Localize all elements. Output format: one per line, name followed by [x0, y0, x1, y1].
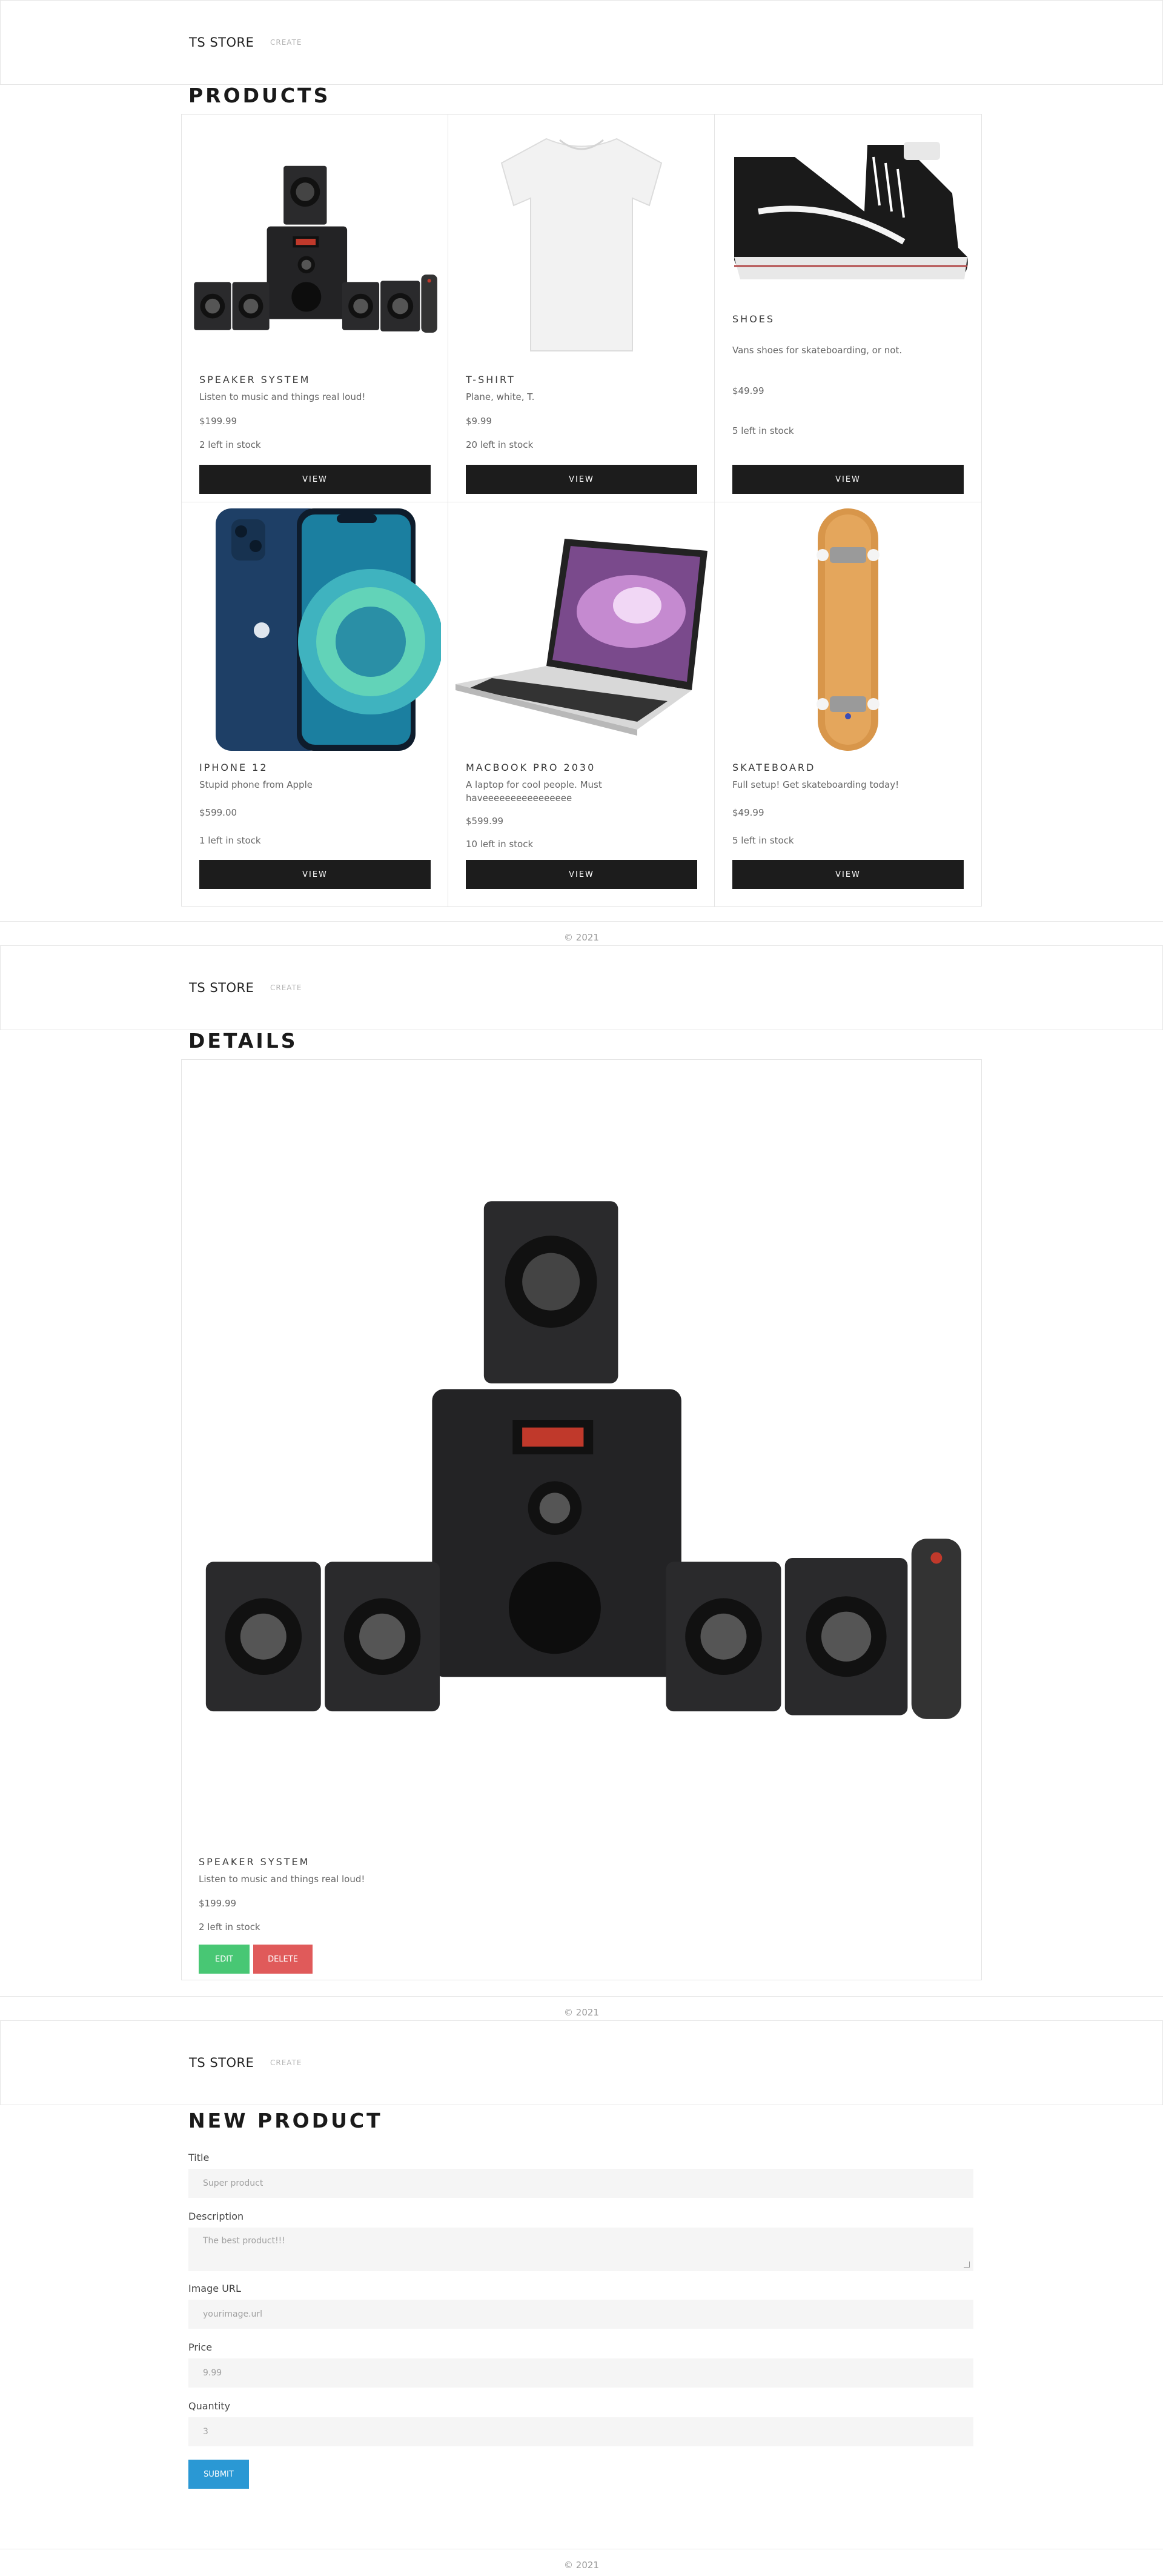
description-label: Description [188, 2211, 244, 2222]
product-title: SHOES [732, 313, 775, 325]
navbar: TS STORE CREATE [0, 2020, 1163, 2105]
product-description: Stupid phone from Apple [199, 779, 313, 790]
product-card: ● IPHONE 12 Stupid phone from Apple $599… [182, 502, 448, 907]
nav-create-link[interactable]: CREATE [270, 983, 302, 992]
product-stock: 20 left in stock [466, 439, 534, 450]
product-title: T-SHIRT [466, 374, 515, 385]
product-stock: 2 left in stock [199, 439, 261, 450]
product-price: $9.99 [466, 416, 492, 427]
nav-create-link[interactable]: CREATE [270, 2058, 302, 2067]
product-stock: 5 left in stock [732, 835, 794, 846]
view-button[interactable]: VIEW [199, 860, 431, 889]
price-input[interactable] [188, 2358, 973, 2388]
edit-button[interactable]: EDIT [199, 1945, 250, 1974]
view-button[interactable]: VIEW [732, 860, 964, 889]
title-label: Title [188, 2152, 210, 2163]
resize-handle-icon[interactable] [964, 2261, 970, 2268]
product-title: SPEAKER SYSTEM [199, 374, 311, 385]
product-grid: SPEAKER SYSTEM Listen to music and thing… [181, 114, 982, 907]
product-price: $49.99 [732, 385, 764, 396]
nav-brand[interactable]: TS STORE [189, 35, 254, 50]
view-button[interactable]: VIEW [466, 465, 697, 494]
product-description: Listen to music and things real loud! [199, 1874, 365, 1885]
view-button[interactable]: VIEW [732, 465, 964, 494]
shoes-image [722, 121, 974, 302]
submit-button[interactable]: SUBMIT [188, 2460, 249, 2489]
product-description: Listen to music and things real loud! [199, 391, 366, 402]
skateboard-image [722, 508, 974, 751]
image-url-input[interactable] [188, 2300, 973, 2329]
price-label: Price [188, 2341, 213, 2353]
page-title: NEW PRODUCT [188, 2109, 383, 2132]
product-card: MACBOOK PRO 2030 A laptop for cool peopl… [448, 502, 715, 907]
products-page: TS STORE CREATE PRODUCTS SPEAKER SYSTEM … [0, 0, 1163, 945]
product-price: $599.00 [199, 807, 237, 818]
navbar: TS STORE CREATE [0, 0, 1163, 85]
title-input[interactable] [188, 2169, 973, 2198]
product-description: Vans shoes for skateboarding, or not. [732, 345, 903, 356]
page-title: PRODUCTS [188, 84, 331, 107]
product-description: A laptop for cool people. Must haveeeeee… [466, 779, 602, 804]
product-title: SKATEBOARD [732, 762, 816, 773]
macbook-image [456, 508, 707, 751]
footer-divider [0, 921, 1163, 922]
new-product-page: TS STORE CREATE NEW PRODUCT Title Descri… [0, 2020, 1163, 2576]
description-textarea[interactable] [188, 2228, 973, 2271]
nav-create-link[interactable]: CREATE [270, 38, 302, 47]
speaker-system-image [190, 1072, 973, 1817]
description-field [188, 2228, 973, 2271]
footer-divider [0, 1996, 1163, 1997]
product-stock: 1 left in stock [199, 835, 261, 846]
product-card: SKATEBOARD Full setup! Get skateboarding… [715, 502, 981, 907]
product-stock: 10 left in stock [466, 839, 534, 850]
product-description: Plane, white, T. [466, 391, 535, 402]
product-title: IPHONE 12 [199, 762, 268, 773]
delete-button[interactable]: DELETE [253, 1945, 313, 1974]
product-detail-card: SPEAKER SYSTEM Listen to music and thing… [181, 1059, 982, 1980]
iphone-image: ● [189, 508, 441, 751]
speaker-system-image [189, 121, 441, 363]
navbar: TS STORE CREATE [0, 945, 1163, 1030]
footer-copyright: © 2021 [564, 932, 599, 943]
details-page: TS STORE CREATE DETAILS SPEAKER SYSTEM L… [0, 945, 1163, 2020]
product-stock: 5 left in stock [732, 425, 794, 436]
product-title: MACBOOK PRO 2030 [466, 762, 596, 773]
product-description: Full setup! Get skateboarding today! [732, 779, 900, 790]
product-card: SHOES Vans shoes for skateboarding, or n… [715, 115, 981, 502]
footer-copyright: © 2021 [564, 2560, 599, 2571]
nav-brand[interactable]: TS STORE [189, 2055, 254, 2070]
nav-brand[interactable]: TS STORE [189, 980, 254, 995]
product-price: $49.99 [732, 807, 764, 818]
tshirt-image [456, 121, 707, 363]
quantity-label: Quantity [188, 2400, 231, 2412]
footer-copyright: © 2021 [564, 2007, 599, 2018]
quantity-input[interactable] [188, 2417, 973, 2446]
product-price: $199.99 [199, 1898, 237, 1909]
product-price: $199.99 [199, 416, 237, 427]
product-card: T-SHIRT Plane, white, T. $9.99 20 left i… [448, 115, 715, 502]
view-button[interactable]: VIEW [466, 860, 697, 889]
page-title: DETAILS [188, 1029, 298, 1053]
product-stock: 2 left in stock [199, 1922, 260, 1932]
product-card: SPEAKER SYSTEM Listen to music and thing… [182, 115, 448, 502]
product-title: SPEAKER SYSTEM [199, 1856, 310, 1868]
product-price: $599.99 [466, 816, 504, 827]
view-button[interactable]: VIEW [199, 465, 431, 494]
svg-text:●: ● [253, 617, 271, 641]
image-url-label: Image URL [188, 2283, 241, 2294]
